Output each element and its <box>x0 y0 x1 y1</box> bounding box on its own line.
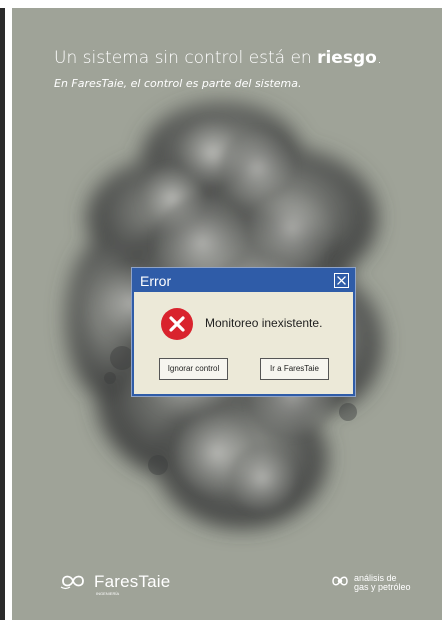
headline-period: . <box>376 48 383 68</box>
close-button[interactable] <box>334 273 349 288</box>
dialog-titlebar: Error <box>134 270 353 292</box>
poster-subheadline: En FaresTaie, el control es parte del si… <box>54 77 302 90</box>
farestaie-logo: FaresTaie INGENIERÍA <box>56 569 171 599</box>
ignore-control-button[interactable]: Ignorar control <box>159 358 228 380</box>
poster-headline: Un sistema sin control está en riesgo. <box>54 48 382 68</box>
error-dialog: Error Monitoreo inexistente. Ignorar con… <box>132 268 355 396</box>
headline-emphasis: riesgo <box>317 48 377 68</box>
go-to-farestaie-button[interactable]: Ir a FaresTaie <box>260 358 329 380</box>
error-message: Monitoreo inexistente. <box>205 316 323 330</box>
poster-canvas: Un sistema sin control está en riesgo. E… <box>12 8 442 620</box>
error-icon <box>161 308 193 340</box>
gas-analysis-mark-icon <box>332 576 348 586</box>
infinity-logo-icon <box>60 575 84 590</box>
left-edge-strip <box>0 8 5 620</box>
gas-analysis-logo: análisis de gas y petróleo <box>330 571 430 595</box>
brand-left-name: FaresTaie <box>94 572 171 591</box>
dialog-title: Error <box>140 273 172 289</box>
brand-right-line-2: gas y petróleo <box>354 582 411 592</box>
headline-lead: Un sistema sin control está en <box>54 48 318 68</box>
brand-left-subtitle: INGENIERÍA <box>96 591 120 596</box>
close-icon <box>337 276 346 285</box>
